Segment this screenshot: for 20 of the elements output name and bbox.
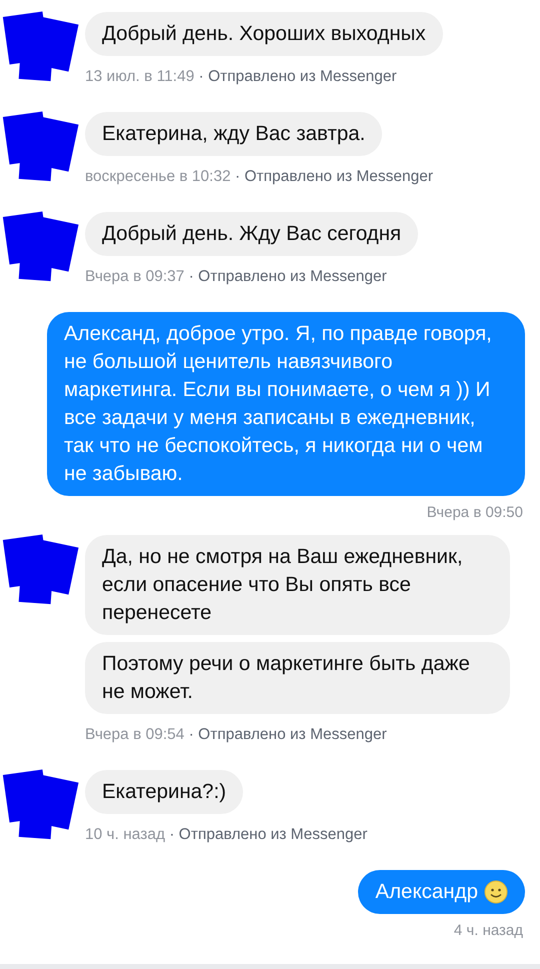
- message-time: воскресенье в 10:32: [85, 168, 231, 185]
- message-time: 10 ч. назад: [85, 826, 166, 843]
- message-bubble: Да, но не смотря на Ваш ежедневник, если опасение что Вы опять все перенесете: [85, 535, 510, 635]
- message-time: 13 июл. в 11:49: [85, 68, 194, 85]
- source-label: · Отправлено из Messenger: [188, 726, 387, 743]
- message-bubble: Поэтому речи о маркетинге быть даже не может.: [85, 642, 510, 714]
- source-label: · Отправлено из Messenger: [169, 826, 368, 843]
- message-time: Вчера в 09:37: [85, 268, 184, 285]
- message-time: Вчера в 09:50: [426, 504, 523, 521]
- message-bubble: Добрый день. Жду Вас сегодня: [85, 212, 418, 256]
- message-bubble: Екатерина?:): [85, 770, 244, 814]
- message-bubble: Александ, доброе утро. Я, по правде говоря, не большой ценитель навязчивого маркетинга. Если вы понимаете, о чем я )) И все задачи у меня записаны в ежедневник, так что не беспокойтесь, я никогда ни о чем не забываю.: [47, 312, 525, 496]
- source-label: · Отправлено из Messenger: [188, 268, 387, 285]
- source-label: · Отправлено из Messenger: [235, 168, 434, 185]
- message-bubble: Добрый день. Хороших выходных: [85, 12, 443, 56]
- message-bubble: Екатерина, жду Вас завтра.: [85, 112, 382, 156]
- source-label: · Отправлено из Messenger: [198, 68, 397, 85]
- message-time: 4 ч. назад: [454, 922, 523, 939]
- message-bubble: Александр: [358, 870, 525, 914]
- message-time: Вчера в 09:54: [85, 726, 184, 743]
